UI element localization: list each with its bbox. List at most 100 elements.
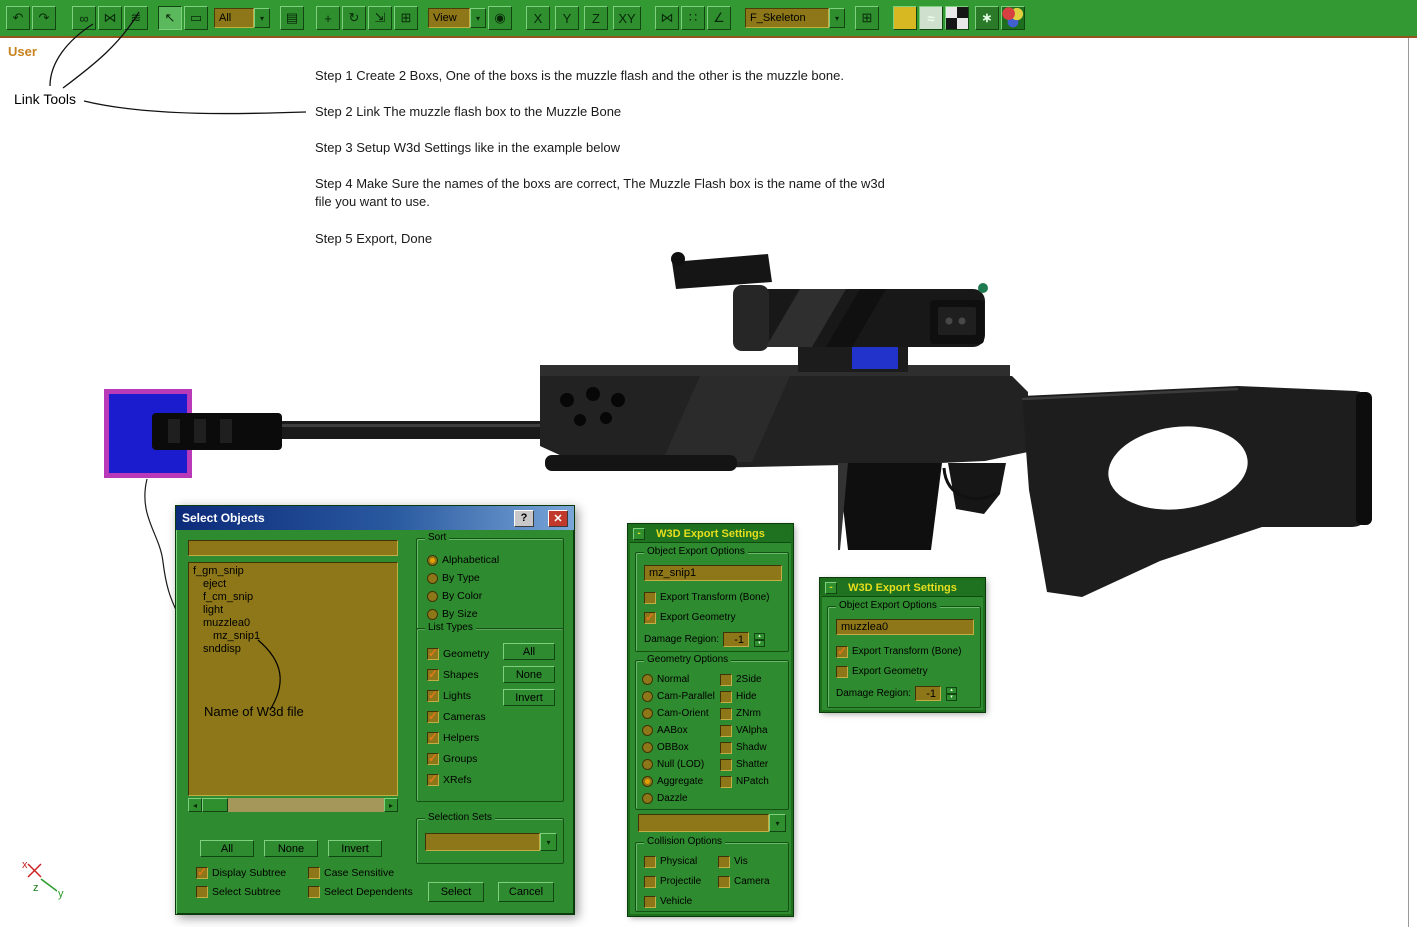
collision-projectile[interactable]: Projectile: [644, 873, 718, 890]
sort-option-alphabetical[interactable]: Alphabetical: [427, 551, 499, 569]
dropdown-arrow-icon[interactable]: ▾: [254, 8, 270, 28]
cancel-button[interactable]: Cancel: [498, 882, 554, 902]
checkbox[interactable]: [718, 876, 730, 888]
list-type-cameras[interactable]: Cameras: [427, 706, 489, 727]
dialog-titlebar[interactable]: Select Objects ? ✕: [176, 506, 574, 530]
sort-option-by-color[interactable]: By Color: [427, 587, 499, 605]
select-and-link-icon[interactable]: ∞: [72, 6, 96, 30]
rollout-titlebar[interactable]: - W3D Export Settings: [822, 580, 983, 597]
radio-button[interactable]: [427, 591, 438, 602]
spinner-down-icon[interactable]: ▾: [946, 694, 957, 701]
radio-button[interactable]: [642, 725, 653, 736]
list-type-geometry[interactable]: Geometry: [427, 643, 489, 664]
geometry-type-cam-parallel[interactable]: Cam-Parallel: [642, 688, 715, 705]
geometry-type-cam-orient[interactable]: Cam-Orient: [642, 705, 715, 722]
option-display-subtree[interactable]: Display Subtree: [196, 864, 308, 881]
scroll-left-icon[interactable]: ◂: [188, 798, 202, 812]
collision-vis[interactable]: Vis: [718, 853, 782, 870]
select-by-name-icon[interactable]: ▤: [280, 6, 304, 30]
checkbox[interactable]: [427, 648, 439, 660]
viewport-label[interactable]: User: [8, 44, 37, 59]
dropdown-arrow-icon[interactable]: ▾: [540, 833, 557, 851]
radio-button[interactable]: [427, 573, 438, 584]
checkbox[interactable]: [720, 708, 732, 720]
checkbox[interactable]: [427, 669, 439, 681]
object-list-item[interactable]: f_gm_snip: [189, 565, 397, 578]
bind-to-space-warp-icon[interactable]: ≋: [124, 6, 148, 30]
collision-camera[interactable]: Camera: [718, 873, 782, 890]
list-type-helpers[interactable]: Helpers: [427, 727, 489, 748]
checkbox[interactable]: [720, 725, 732, 737]
checkbox[interactable]: [427, 711, 439, 723]
checkbox[interactable]: [644, 876, 656, 888]
collapse-icon[interactable]: -: [633, 528, 645, 540]
align-icon[interactable]: ∠: [707, 6, 731, 30]
collision-vehicle[interactable]: Vehicle: [644, 893, 718, 910]
manipulate-icon[interactable]: ⊞: [394, 6, 418, 30]
use-pivot-center-icon[interactable]: ◉: [488, 6, 512, 30]
list-type-xrefs[interactable]: XRefs: [427, 769, 489, 790]
checkbox[interactable]: [308, 867, 320, 879]
aggregate-name-dropdown[interactable]: ▾: [638, 814, 786, 832]
checkbox[interactable]: [644, 856, 656, 868]
sort-option-by-size[interactable]: By Size: [427, 605, 499, 623]
checkbox[interactable]: [644, 612, 656, 624]
dropdown-arrow-icon[interactable]: ▾: [829, 8, 845, 28]
radio-button[interactable]: [642, 674, 653, 685]
select-and-rotate-icon[interactable]: ↻: [342, 6, 366, 30]
dropdown-arrow-icon[interactable]: ▾: [769, 814, 786, 832]
list-types-none-button[interactable]: None: [503, 666, 555, 683]
restrict-x-button[interactable]: X: [526, 6, 550, 30]
muzzle-flash-box[interactable]: [104, 389, 192, 478]
checkbox[interactable]: [427, 753, 439, 765]
selection-filter-dropdown[interactable]: All▾: [214, 8, 270, 28]
scroll-right-icon[interactable]: ▸: [384, 798, 398, 812]
geometry-type-null-lod[interactable]: Null (LOD): [642, 756, 715, 773]
export-transform-row[interactable]: Export Transform (Bone): [644, 589, 769, 606]
object-list-item[interactable]: eject: [189, 578, 397, 591]
damage-region-input[interactable]: -1: [723, 632, 749, 647]
object-list-item[interactable]: snddisp: [189, 643, 397, 656]
restrict-xy-plane-button[interactable]: XY: [613, 6, 641, 30]
select-invert-button[interactable]: Invert: [328, 840, 382, 857]
render-scene-icon[interactable]: [1001, 6, 1025, 30]
object-list-item[interactable]: f_cm_snip: [189, 591, 397, 604]
list-type-groups[interactable]: Groups: [427, 748, 489, 769]
geometry-type-dazzle[interactable]: Dazzle: [642, 790, 715, 807]
geometry-type-aabox[interactable]: AABox: [642, 722, 715, 739]
radio-button[interactable]: [642, 759, 653, 770]
checkbox[interactable]: [720, 691, 732, 703]
object-name-field[interactable]: mz_snip1: [644, 565, 782, 581]
geometry-type-aggregate[interactable]: Aggregate: [642, 773, 715, 790]
undo-icon[interactable]: ↶: [6, 6, 30, 30]
geometry-flag-2side[interactable]: 2Side: [720, 671, 769, 688]
object-list-item[interactable]: light: [189, 604, 397, 617]
select-and-scale-icon[interactable]: ⇲: [368, 6, 392, 30]
help-button[interactable]: ?: [514, 510, 534, 527]
export-geometry-row[interactable]: Export Geometry: [836, 663, 928, 680]
close-button[interactable]: ✕: [548, 510, 568, 527]
selection-sets-dropdown[interactable]: ▾: [425, 833, 557, 851]
checkbox[interactable]: [196, 886, 208, 898]
geometry-flag-hide[interactable]: Hide: [720, 688, 769, 705]
schematic-view-icon[interactable]: ∗: [975, 6, 999, 30]
checkbox[interactable]: [644, 896, 656, 908]
named-selection-sets-icon[interactable]: ⊞: [855, 6, 879, 30]
reference-coordinate-system-dropdown[interactable]: View▾: [428, 8, 486, 28]
curve-editor-icon[interactable]: ≈: [919, 6, 943, 30]
spinner-up-icon[interactable]: ▴: [754, 633, 765, 640]
radio-button[interactable]: [642, 691, 653, 702]
geometry-flag-npatch[interactable]: NPatch: [720, 773, 769, 790]
option-select-subtree[interactable]: Select Subtree: [196, 883, 308, 900]
collision-physical[interactable]: Physical: [644, 853, 718, 870]
unlink-selection-icon[interactable]: ⋈: [98, 6, 122, 30]
radio-button[interactable]: [642, 776, 653, 787]
rectangular-selection-region-icon[interactable]: ▭: [184, 6, 208, 30]
collapse-icon[interactable]: -: [825, 582, 837, 594]
track-view-icon[interactable]: [893, 6, 917, 30]
spinner-up-icon[interactable]: ▴: [946, 687, 957, 694]
list-horizontal-scrollbar[interactable]: ◂ ▸: [188, 798, 398, 812]
scroll-track[interactable]: [228, 798, 384, 812]
radio-button[interactable]: [642, 708, 653, 719]
option-case-sensitive[interactable]: Case Sensitive: [308, 864, 426, 881]
